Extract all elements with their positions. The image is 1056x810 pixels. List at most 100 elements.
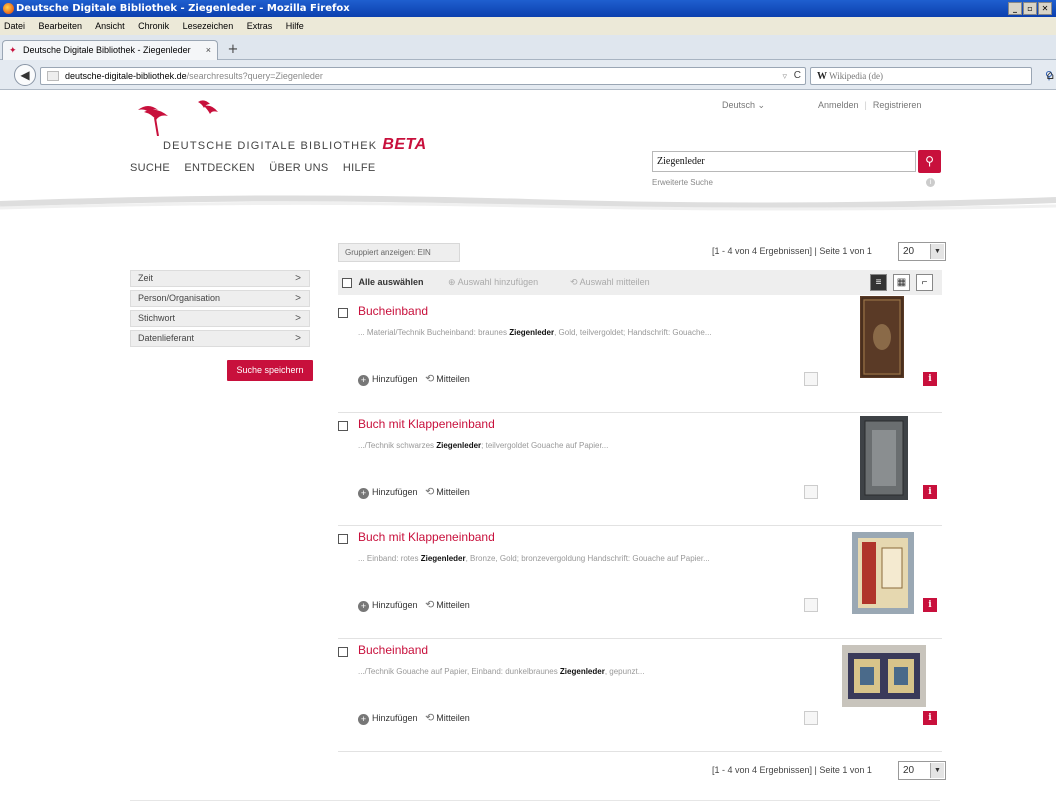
menu-ansicht[interactable]: Ansicht xyxy=(95,21,125,31)
new-tab-button[interactable]: + xyxy=(224,43,242,59)
share-selection-button[interactable]: ⟲ Auswahl mitteilen xyxy=(570,277,650,288)
menu-extras[interactable]: Extras xyxy=(247,21,273,31)
snippet-highlight: Ziegenleder xyxy=(559,667,605,676)
result-actions: + Hinzufügen ⟲ Mitteilen xyxy=(358,485,470,499)
add-button[interactable]: + Hinzufügen xyxy=(358,487,418,499)
home-icon[interactable]: ⌂ xyxy=(1046,68,1054,82)
result-title[interactable]: Buch mit Klappeneinband xyxy=(358,530,495,544)
result-item: Buch mit Klappeneinband .../Technik schw… xyxy=(338,413,942,526)
tab-title: Deutsche Digitale Bibliothek - Ziegenled… xyxy=(23,45,191,55)
tab-close-button[interactable]: × xyxy=(206,41,211,59)
nav-suche[interactable]: SUCHE xyxy=(130,162,170,174)
result-snippet: .../Technik Gouache auf Papier, Einband:… xyxy=(358,667,828,676)
nav-hilfe[interactable]: HILFE xyxy=(343,162,376,174)
address-bar[interactable]: deutsche-digitale-bibliothek.de/searchre… xyxy=(40,67,806,85)
footer-divider xyxy=(130,800,940,801)
auth-links: Anmelden | Registrieren xyxy=(818,100,921,110)
result-thumbnail[interactable] xyxy=(860,296,904,378)
menu-hilfe[interactable]: Hilfe xyxy=(286,21,304,31)
ddb-bird-logo-icon xyxy=(138,100,218,136)
per-page-select-top[interactable]: 20 ▼ xyxy=(898,242,946,261)
result-list: Bucheinband ... Material/Technik Buchein… xyxy=(338,296,942,752)
register-link[interactable]: Registrieren xyxy=(873,100,922,110)
info-button[interactable]: i xyxy=(923,598,937,612)
result-thumbnail[interactable] xyxy=(860,416,908,500)
login-link[interactable]: Anmelden xyxy=(818,100,859,110)
result-checkbox[interactable] xyxy=(338,421,348,431)
grid-view-icon[interactable]: ▦ xyxy=(893,274,910,291)
per-page-select-bottom[interactable]: 20 ▼ xyxy=(898,761,946,780)
share-icon: ⟲ xyxy=(425,373,435,385)
minimize-button[interactable]: _ xyxy=(1008,2,1022,15)
info-button[interactable]: i xyxy=(923,711,937,725)
share-label: Mitteilen xyxy=(436,374,470,384)
share-icon: ⟲ xyxy=(425,486,435,498)
tab-bar: ✦ Deutsche Digitale Bibliothek - Ziegenl… xyxy=(0,35,1056,60)
search-engine-icon[interactable]: W xyxy=(817,71,827,82)
window-titlebar: Deutsche Digitale Bibliothek - Ziegenled… xyxy=(0,0,1056,17)
bookmark-star-icon[interactable]: ▿ xyxy=(782,68,787,84)
result-title[interactable]: Buch mit Klappeneinband xyxy=(358,417,495,431)
result-title[interactable]: Bucheinband xyxy=(358,304,428,318)
back-button[interactable]: ◀ xyxy=(14,64,36,86)
navigation-toolbar: ◀ deutsche-digitale-bibliothek.de/search… xyxy=(0,60,1056,90)
snippet-text: , gepunzt... xyxy=(604,667,645,676)
add-label: Hinzufügen xyxy=(372,600,418,610)
advanced-search-link[interactable]: Erweiterte Suche xyxy=(652,178,713,187)
search-button[interactable]: ⚲ xyxy=(918,150,941,173)
compact-view-icon[interactable]: ⌐ xyxy=(916,274,933,291)
menu-bearbeiten[interactable]: Bearbeiten xyxy=(39,21,83,31)
share-icon: ⟲ xyxy=(425,712,435,724)
info-icon[interactable]: i xyxy=(926,178,935,187)
group-toggle-button[interactable]: Gruppiert anzeigen: EIN xyxy=(338,243,460,262)
facet-label: Zeit xyxy=(138,273,154,283)
save-search-button[interactable]: Suche speichern xyxy=(227,360,313,381)
add-selection-button[interactable]: ⊕ Auswahl hinzufügen xyxy=(448,277,538,288)
search-input[interactable]: Ziegenleder xyxy=(652,151,916,172)
share-button[interactable]: ⟲ Mitteilen xyxy=(420,712,470,724)
logo-wordmark: DEUTSCHE DIGITALE BIBLIOTHEK BETA xyxy=(163,136,427,154)
facet-person-organisation[interactable]: Person/Organisation > xyxy=(130,290,310,307)
facet-zeit[interactable]: Zeit > xyxy=(130,270,310,287)
facet-datenlieferant[interactable]: Datenlieferant > xyxy=(130,330,310,347)
restore-button[interactable]: ▫ xyxy=(1023,2,1037,15)
close-window-button[interactable]: ✕ xyxy=(1038,2,1052,15)
result-thumbnail[interactable] xyxy=(852,532,914,614)
facet-stichwort[interactable]: Stichwort > xyxy=(130,310,310,327)
result-checkbox[interactable] xyxy=(338,534,348,544)
site-identity-icon[interactable] xyxy=(47,71,59,81)
tab-ddb[interactable]: ✦ Deutsche Digitale Bibliothek - Ziegenl… xyxy=(2,40,218,60)
add-button[interactable]: + Hinzufügen xyxy=(358,374,418,386)
result-item: Bucheinband ... Material/Technik Buchein… xyxy=(338,296,942,413)
search-engine-placeholder: Wikipedia (de) xyxy=(829,71,883,81)
ddb-logo[interactable]: DEUTSCHE DIGITALE BIBLIOTHEK BETA xyxy=(130,96,426,156)
result-item: Buch mit Klappeneinband ... Einband: rot… xyxy=(338,526,942,639)
result-checkbox[interactable] xyxy=(338,647,348,657)
result-title[interactable]: Bucheinband xyxy=(358,643,428,657)
result-checkbox[interactable] xyxy=(338,308,348,318)
add-button[interactable]: + Hinzufügen xyxy=(358,713,418,725)
reload-icon[interactable]: C xyxy=(794,68,801,84)
select-all[interactable]: Alle auswählen xyxy=(342,277,424,288)
nav-ueber-uns[interactable]: ÜBER UNS xyxy=(269,162,328,174)
share-button[interactable]: ⟲ Mitteilen xyxy=(420,599,470,611)
share-button[interactable]: ⟲ Mitteilen xyxy=(420,486,470,498)
result-thumbnail[interactable] xyxy=(842,645,926,707)
menu-chronik[interactable]: Chronik xyxy=(138,21,169,31)
snippet-text: , Bronze, Gold; bronzevergoldung Handsch… xyxy=(465,554,710,563)
menu-datei[interactable]: Datei xyxy=(4,21,25,31)
list-view-icon[interactable]: ≡ xyxy=(870,274,887,291)
language-selector[interactable]: Deutsch ⌄ xyxy=(722,100,765,111)
info-button[interactable]: i xyxy=(923,485,937,499)
nav-entdecken[interactable]: ENTDECKEN xyxy=(184,162,255,174)
snippet-highlight: Ziegenleder xyxy=(509,328,555,337)
share-button[interactable]: ⟲ Mitteilen xyxy=(420,373,470,385)
media-type-icon xyxy=(804,485,818,499)
info-button[interactable]: i xyxy=(923,372,937,386)
add-button[interactable]: + Hinzufügen xyxy=(358,600,418,612)
browser-search-box[interactable]: W Wikipedia (de) ⚲ xyxy=(810,67,1053,85)
add-selection-label: Auswahl hinzufügen xyxy=(457,277,539,287)
window-controls: _ ▫ ✕ xyxy=(1008,2,1052,15)
menu-lesezeichen[interactable]: Lesezeichen xyxy=(183,21,234,31)
select-all-checkbox[interactable] xyxy=(342,277,352,288)
